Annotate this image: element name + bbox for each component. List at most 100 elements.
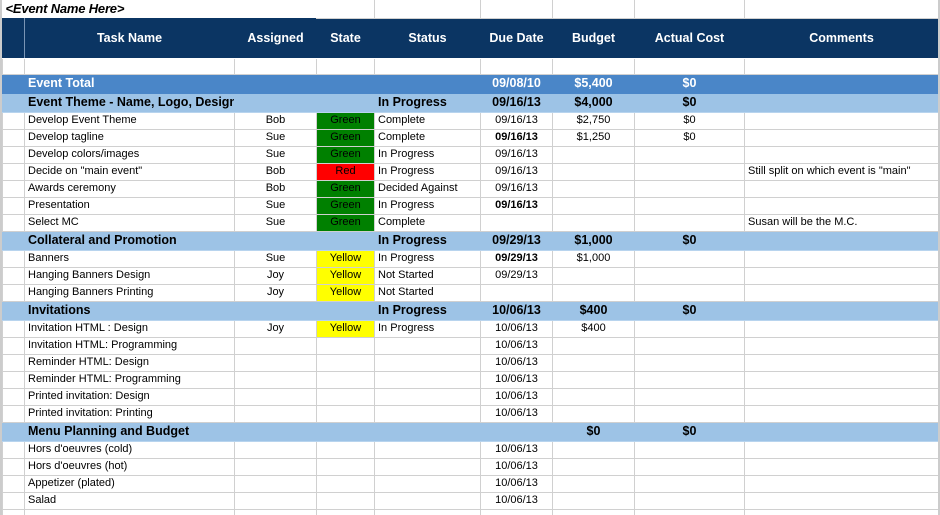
cell-comments[interactable] xyxy=(744,266,938,285)
cell-actual-cost[interactable]: $0 xyxy=(634,73,745,94)
column-header-gutter[interactable] xyxy=(2,17,25,59)
cell-due-date[interactable]: 09/29/13 xyxy=(480,249,553,268)
cell-budget[interactable] xyxy=(552,387,635,406)
cell-actual-cost[interactable]: $0 xyxy=(634,230,745,251)
column-header-actual-cost[interactable]: Actual Cost xyxy=(634,17,745,59)
cell-actual-cost[interactable] xyxy=(634,508,745,515)
cell-assigned[interactable] xyxy=(234,230,317,251)
cell-status[interactable]: In Progress xyxy=(374,300,481,321)
cell-assigned[interactable]: Sue xyxy=(234,213,317,232)
page-title[interactable]: <Event Name Here> xyxy=(3,0,317,18)
cell-comments[interactable] xyxy=(744,196,938,215)
cell-actual-cost[interactable] xyxy=(634,249,745,268)
cell-task-name[interactable]: Hanging Banners Printing xyxy=(24,283,235,302)
row-gutter-cell[interactable] xyxy=(2,440,25,459)
cell-comments[interactable] xyxy=(744,457,938,476)
cell-actual-cost[interactable] xyxy=(634,196,745,215)
cell-budget[interactable]: $0 xyxy=(552,421,635,442)
spacer-cell[interactable] xyxy=(552,57,635,75)
cell-due-date[interactable]: 10/06/13 xyxy=(480,370,553,389)
cell-actual-cost[interactable] xyxy=(634,440,745,459)
cell-assigned[interactable] xyxy=(234,474,317,493)
cell-budget[interactable]: $1,000 xyxy=(552,249,635,268)
cell-due-date[interactable]: 09/29/13 xyxy=(480,230,553,251)
row-gutter-cell[interactable] xyxy=(2,336,25,355)
cell-assigned[interactable]: Sue xyxy=(234,145,317,164)
cell-actual-cost[interactable] xyxy=(634,457,745,476)
cell-comments[interactable] xyxy=(744,421,938,442)
row-gutter-cell[interactable] xyxy=(2,491,25,510)
spacer-cell[interactable] xyxy=(2,57,25,75)
spacer-cell[interactable] xyxy=(480,57,553,75)
cell-task-name[interactable]: Printed invitation: Printing xyxy=(24,404,235,423)
row-gutter-cell[interactable] xyxy=(2,353,25,372)
cell-due-date[interactable]: 09/16/13 xyxy=(480,145,553,164)
cell-state[interactable]: Red xyxy=(316,162,375,181)
column-header-due-date[interactable]: Due Date xyxy=(480,17,553,59)
cell-task-name[interactable]: Reminder HTML: Programming xyxy=(24,370,235,389)
cell-assigned[interactable] xyxy=(234,92,317,113)
cell-state[interactable] xyxy=(316,73,375,94)
cell-task-name[interactable]: Decide on "main event" xyxy=(24,162,235,181)
cell-task-name[interactable]: Event Total xyxy=(24,73,235,94)
cell-task-name[interactable]: Event Theme - Name, Logo, Design xyxy=(24,92,235,113)
cell-comments[interactable] xyxy=(744,300,938,321)
row-gutter-cell[interactable] xyxy=(2,92,25,113)
cell-due-date[interactable]: 10/06/13 xyxy=(480,491,553,510)
cell-state[interactable]: Yellow xyxy=(316,319,375,338)
cell-budget[interactable] xyxy=(552,336,635,355)
cell-assigned[interactable] xyxy=(234,508,317,515)
cell-assigned[interactable] xyxy=(234,370,317,389)
cell-state[interactable] xyxy=(316,387,375,406)
cell-budget[interactable]: $4,000 xyxy=(552,92,635,113)
cell-comments[interactable] xyxy=(744,440,938,459)
cell-due-date[interactable]: 10/06/13 xyxy=(480,387,553,406)
cell-due-date[interactable]: 10/06/13 xyxy=(480,336,553,355)
cell-actual-cost[interactable] xyxy=(634,283,745,302)
cell-status[interactable]: Complete xyxy=(374,128,481,147)
cell-actual-cost[interactable] xyxy=(634,319,745,338)
cell-comments[interactable] xyxy=(744,92,938,113)
cell-status[interactable] xyxy=(374,457,481,476)
row-gutter-cell[interactable] xyxy=(2,508,25,515)
cell-assigned[interactable]: Bob xyxy=(234,111,317,130)
cell-budget[interactable] xyxy=(552,179,635,198)
row-gutter-cell[interactable] xyxy=(2,266,25,285)
cell-due-date[interactable]: 10/06/13 xyxy=(480,404,553,423)
cell-task-name[interactable] xyxy=(24,508,235,515)
cell-due-date[interactable]: 10/06/13 xyxy=(480,300,553,321)
cell-budget[interactable] xyxy=(552,508,635,515)
cell-state[interactable] xyxy=(316,440,375,459)
cell-due-date[interactable]: 09/29/13 xyxy=(480,266,553,285)
cell-assigned[interactable]: Sue xyxy=(234,128,317,147)
cell-due-date[interactable]: 10/06/13 xyxy=(480,457,553,476)
cell-status[interactable]: In Progress xyxy=(374,319,481,338)
cell-state[interactable] xyxy=(316,370,375,389)
row-gutter-cell[interactable] xyxy=(2,145,25,164)
cell-comments[interactable] xyxy=(744,474,938,493)
cell-comments[interactable] xyxy=(744,179,938,198)
row-gutter-cell[interactable] xyxy=(2,370,25,389)
cell-state[interactable] xyxy=(316,421,375,442)
cell-task-name[interactable]: Reminder HTML: Design xyxy=(24,353,235,372)
cell-state[interactable] xyxy=(316,230,375,251)
cell-status[interactable] xyxy=(374,508,481,515)
cell-assigned[interactable] xyxy=(234,387,317,406)
cell-status[interactable]: Not Started xyxy=(374,266,481,285)
cell-budget[interactable] xyxy=(552,404,635,423)
cell-actual-cost[interactable] xyxy=(634,474,745,493)
cell-state[interactable]: Green xyxy=(316,145,375,164)
cell-task-name[interactable]: Select MC xyxy=(24,213,235,232)
row-gutter-cell[interactable] xyxy=(2,162,25,181)
cell-actual-cost[interactable]: $0 xyxy=(634,300,745,321)
row-gutter-cell[interactable] xyxy=(2,128,25,147)
title-row-cell[interactable] xyxy=(552,0,635,19)
cell-state[interactable]: Green xyxy=(316,179,375,198)
cell-due-date[interactable]: 10/06/13 xyxy=(480,440,553,459)
cell-actual-cost[interactable] xyxy=(634,491,745,510)
title-row-cell[interactable] xyxy=(374,0,481,19)
column-header-budget[interactable]: Budget xyxy=(552,17,635,59)
cell-comments[interactable] xyxy=(744,283,938,302)
cell-task-name[interactable]: Presentation xyxy=(24,196,235,215)
cell-comments[interactable] xyxy=(744,73,938,94)
